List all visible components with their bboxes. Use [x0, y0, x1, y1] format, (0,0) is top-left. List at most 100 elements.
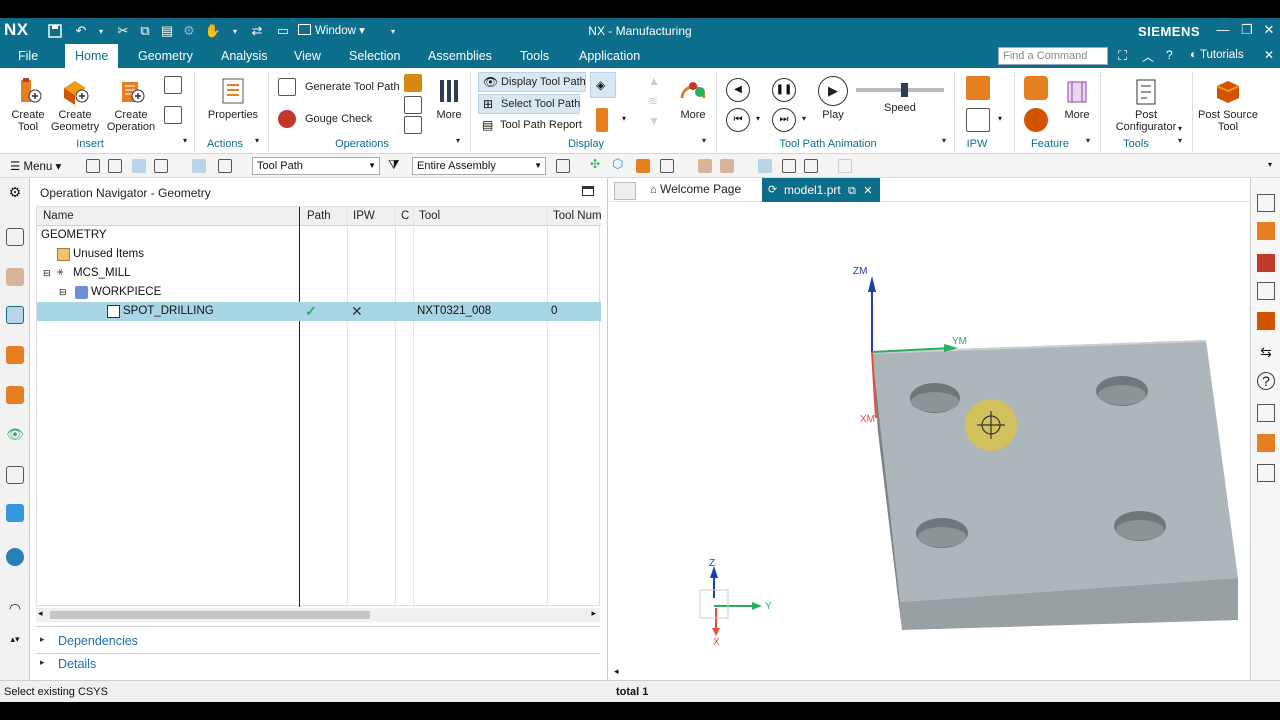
rewind-button[interactable]: ⏮: [726, 108, 750, 132]
filter-toggle-icon[interactable]: [192, 159, 206, 173]
tool-display-dropdown-icon[interactable]: ▾: [622, 114, 626, 123]
select-tool-path-button[interactable]: ⊞ Select Tool Path: [478, 94, 580, 114]
machine-tool-icon[interactable]: [6, 346, 24, 364]
tab-home[interactable]: Home: [65, 44, 119, 68]
display-dropdown-icon[interactable]: ▾: [702, 136, 706, 145]
right-tool-10-icon[interactable]: [1257, 464, 1275, 482]
right-tool-2-icon[interactable]: [1257, 222, 1275, 240]
visual-icon[interactable]: 👁: [6, 426, 24, 444]
step-back-button[interactable]: ◀: [726, 78, 750, 102]
settings-icon[interactable]: ⚙: [6, 184, 24, 202]
show-icon[interactable]: [804, 159, 818, 173]
collapse-ribbon-icon[interactable]: ︿: [1142, 48, 1154, 65]
insert-dropdown-icon[interactable]: ▾: [183, 136, 187, 145]
post-configurator-dropdown-icon[interactable]: ▾: [1178, 124, 1182, 133]
paste-icon[interactable]: ▤: [158, 22, 176, 40]
forward-dropdown-icon[interactable]: ▾: [802, 114, 806, 123]
move-down-icon[interactable]: ▼: [648, 114, 660, 128]
feature-more-button[interactable]: More: [1060, 76, 1094, 121]
tab-selection[interactable]: Selection: [349, 49, 400, 63]
ipw-tool-icon[interactable]: [966, 108, 990, 132]
minimize-icon[interactable]: —: [1214, 22, 1232, 37]
column-header-tool-number[interactable]: Tool Num: [553, 210, 601, 222]
details-expander[interactable]: ▸ Details: [36, 655, 600, 675]
dependencies-expander[interactable]: ▸ Dependencies: [36, 632, 600, 652]
assembly-navigator-icon[interactable]: [6, 228, 24, 246]
view-select-icon[interactable]: [758, 159, 772, 173]
table-row[interactable]: ⊟ WORKPIECE: [37, 283, 601, 302]
close-part-icon[interactable]: ✕: [1264, 48, 1274, 62]
tab-view[interactable]: View: [294, 49, 321, 63]
create-geometry-button[interactable]: Create Geometry: [50, 76, 100, 133]
strip-expand-icon[interactable]: ▴▾: [6, 634, 24, 652]
toolbar-overflow-icon[interactable]: ▾: [1268, 160, 1272, 169]
tab-application[interactable]: Application: [579, 49, 640, 63]
save-icon[interactable]: [46, 22, 64, 40]
forward-button[interactable]: ⏭: [772, 108, 796, 132]
speed-slider-thumb[interactable]: [901, 83, 909, 97]
menu-button[interactable]: ☰ Menu ▾: [10, 159, 61, 173]
operation-small-3-icon[interactable]: [404, 116, 422, 134]
tab-file[interactable]: File: [18, 49, 38, 63]
tool-icon[interactable]: ✂: [114, 22, 132, 40]
ipw-icon[interactable]: [966, 76, 990, 100]
operations-more-button[interactable]: More: [432, 76, 466, 121]
collapse-icon[interactable]: ⊟: [59, 287, 67, 298]
tab-welcome-page[interactable]: ⌂ Welcome Page: [650, 182, 741, 196]
right-tool-1-icon[interactable]: [1257, 194, 1275, 212]
customize-qa-icon[interactable]: ▾: [384, 22, 402, 40]
tab-model1-prt[interactable]: ⟳ model1.prt ⧉ ✕: [762, 178, 881, 202]
copy-icon[interactable]: ⧉: [136, 22, 154, 40]
nav-view-3-icon[interactable]: [132, 159, 146, 173]
undo-icon[interactable]: ↶: [72, 22, 90, 40]
help-icon[interactable]: ?: [1166, 48, 1173, 62]
table-row[interactable]: GEOMETRY: [37, 226, 601, 245]
column-header-ipw[interactable]: IPW: [353, 210, 375, 222]
graphics-viewport[interactable]: ZM YM XM Z Y X ◂: [610, 202, 1250, 680]
assembly-icon[interactable]: ⚙: [180, 22, 198, 40]
reuse-library-icon[interactable]: [6, 386, 24, 404]
post-source-tool-button[interactable]: Post Source Tool: [1196, 76, 1260, 133]
tutorials-button[interactable]: ◐ Tutorials: [1190, 49, 1244, 61]
post-configurator-button[interactable]: Post Configurator: [1106, 76, 1186, 133]
scope-filter-select[interactable]: Entire Assembly ▼: [412, 157, 546, 175]
actions-dropdown-icon[interactable]: ▾: [255, 136, 259, 145]
restore-icon[interactable]: ❐: [1238, 22, 1256, 38]
display-tool-path-button[interactable]: 👁 Display Tool Path: [478, 72, 586, 92]
full-screen-icon[interactable]: ⛶: [1118, 48, 1127, 64]
filter-icon[interactable]: ⧩: [388, 157, 402, 172]
feature-select-icon[interactable]: [636, 159, 650, 173]
right-tool-5-icon[interactable]: [1257, 312, 1275, 330]
feature-group-icon[interactable]: [1024, 108, 1048, 132]
operation-small-1-icon[interactable]: [404, 74, 422, 92]
model-scene[interactable]: ZM YM XM Z Y X: [610, 202, 1250, 680]
table-row[interactable]: ⊟ ⚹ MCS_MILL: [37, 264, 601, 283]
operations-dropdown-icon[interactable]: ▾: [456, 136, 460, 145]
insert-small-2-icon[interactable]: [164, 106, 182, 124]
column-header-c[interactable]: C: [401, 210, 409, 222]
touch-dropdown-icon[interactable]: ▾: [226, 22, 244, 40]
tools-dropdown-icon[interactable]: ▾: [1178, 136, 1182, 145]
select-options-icon[interactable]: [556, 159, 570, 173]
create-tool-button[interactable]: Create Tool: [6, 76, 50, 133]
role-icon[interactable]: ◠: [6, 600, 24, 618]
window-menu[interactable]: Window ▾: [298, 23, 365, 37]
constraint-icon[interactable]: [6, 504, 24, 522]
operation-navigator-icon[interactable]: [6, 306, 24, 324]
operation-small-2-icon[interactable]: [404, 96, 422, 114]
tab-tools[interactable]: Tools: [520, 49, 549, 63]
collapse-icon[interactable]: ⊟: [43, 268, 51, 279]
gouge-check-button[interactable]: Gouge Check: [278, 110, 378, 130]
play-button[interactable]: ▶ Play: [816, 76, 850, 121]
table-row-selected[interactable]: SPOT_DRILLING ✓ ✕ NXT0321_008 0: [37, 302, 601, 321]
nav-view-1-icon[interactable]: [86, 159, 100, 173]
tab-geometry[interactable]: Geometry: [138, 49, 193, 63]
sync-icon[interactable]: ⇆: [1257, 344, 1275, 362]
help-circle-icon[interactable]: ?: [1257, 372, 1275, 390]
feature-icon[interactable]: [1024, 76, 1048, 100]
part-navigator-icon[interactable]: [6, 268, 24, 286]
undo-dropdown-icon[interactable]: ▾: [92, 22, 110, 40]
tool-path-report-button[interactable]: ▤ Tool Path Report: [478, 116, 590, 136]
web-browser-icon[interactable]: [6, 548, 24, 566]
horizontal-scrollbar[interactable]: ◂ ▸: [36, 608, 600, 622]
